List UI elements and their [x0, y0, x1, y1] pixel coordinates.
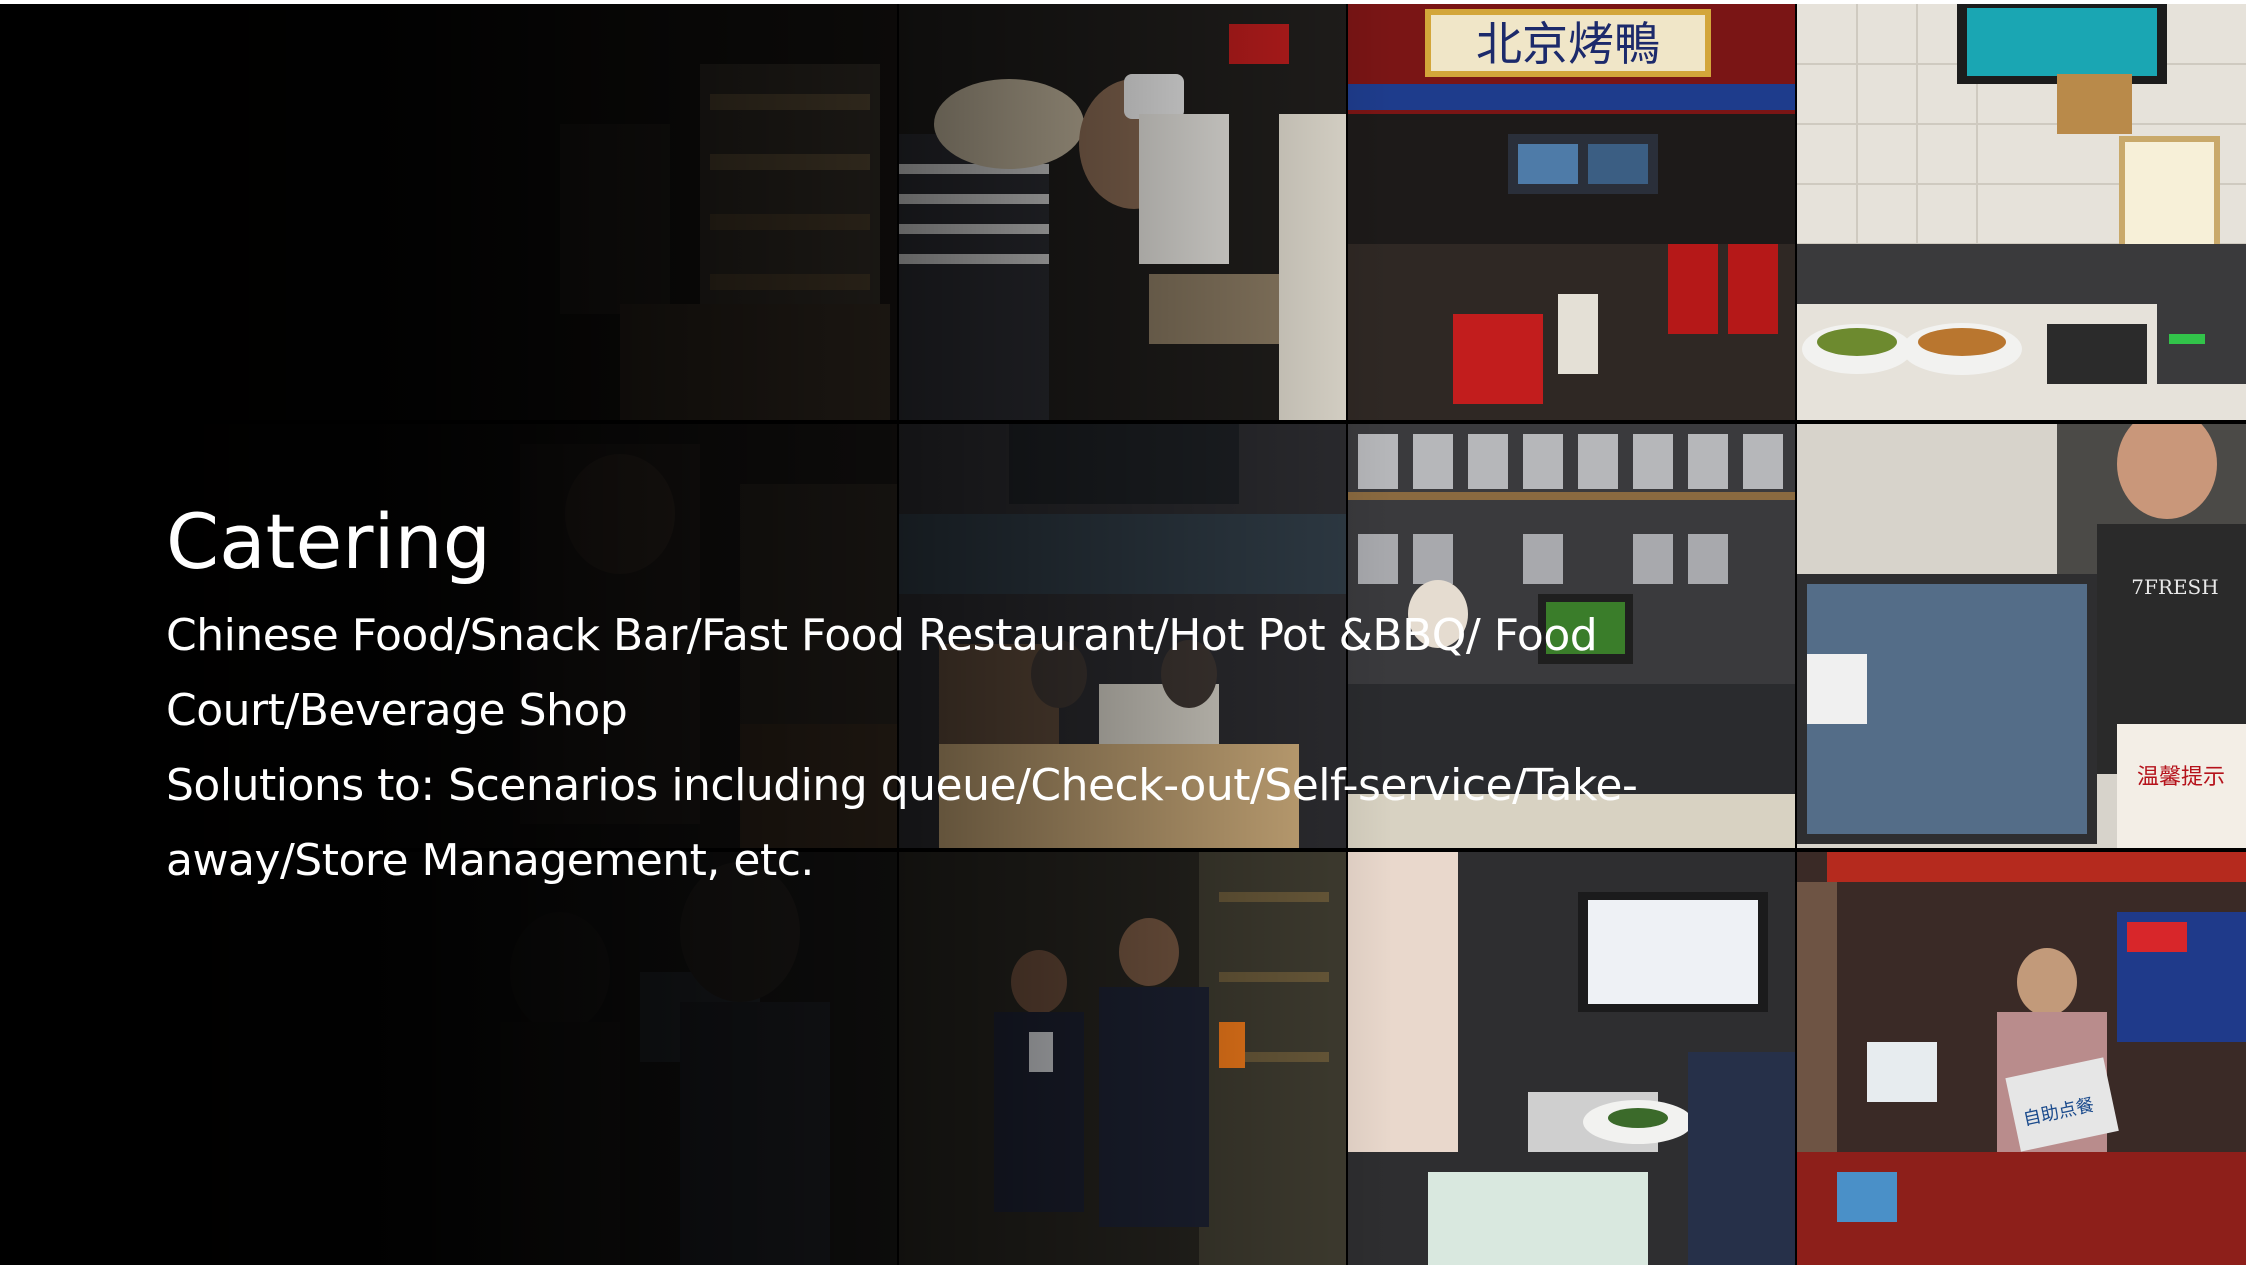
description-line-3: Solutions to: Scenarios including queue/…	[166, 760, 1638, 811]
page: 北京烤鴨 7FRESH 温馨提示 自助点餐 Catering Chinese F…	[0, 0, 2246, 1265]
slide: 北京烤鴨 7FRESH 温馨提示 自助点餐 Catering Chinese F…	[0, 4, 2246, 1265]
slide-title: Catering	[166, 497, 491, 586]
roast-duck-sign: 北京烤鴨	[1476, 17, 1660, 71]
promo-banner: 温馨提示	[2137, 765, 2225, 790]
counter-logo: 7FRESH	[2131, 575, 2218, 599]
photo-handheld-pos-staff	[899, 852, 1346, 1265]
photo-snack-bar-counter	[0, 4, 897, 420]
photo-roast-duck-shop: 北京烤鴨	[1348, 4, 1795, 420]
photo-7fresh-pos: 7FRESH 温馨提示	[1797, 424, 2246, 848]
slide-text: Catering Chinese Food/Snack Bar/Fast Foo…	[166, 494, 1666, 898]
photo-bakery-service	[899, 4, 1346, 420]
description-line-1: Chinese Food/Snack Bar/Fast Food Restaur…	[166, 610, 1598, 661]
description-line-4: away/Store Management, etc.	[166, 835, 814, 886]
photo-staff-at-terminal	[0, 852, 897, 1265]
photo-fast-food-kiosk: 自助点餐	[1797, 852, 2246, 1265]
description-line-2: Court/Beverage Shop	[166, 685, 628, 736]
photo-kitchen-counter	[1797, 4, 2246, 420]
photo-self-checkout	[1348, 852, 1795, 1265]
